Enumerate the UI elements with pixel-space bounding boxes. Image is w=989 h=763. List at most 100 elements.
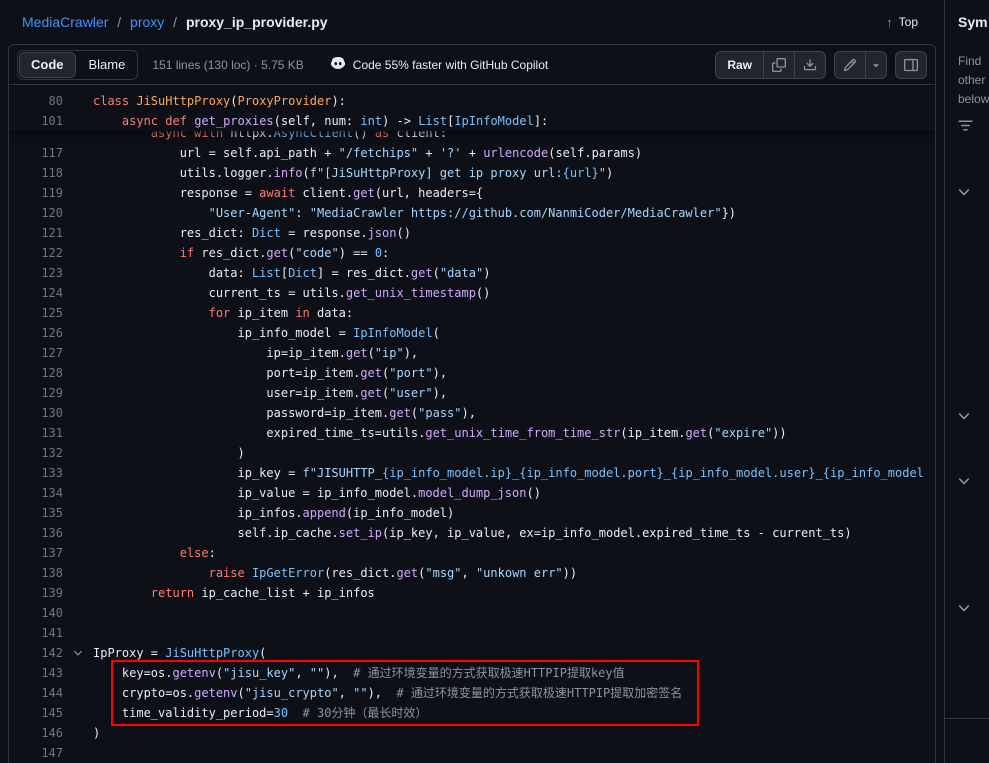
download-button[interactable] xyxy=(794,51,826,79)
copilot-icon xyxy=(330,55,346,74)
code-blame-switcher: Code Blame xyxy=(17,50,138,80)
line-number[interactable]: 118 xyxy=(9,163,63,183)
gutter-spacer xyxy=(63,523,93,543)
code-line-content: else: xyxy=(93,543,935,563)
copy-raw-button[interactable] xyxy=(763,51,795,79)
line-number[interactable]: 128 xyxy=(9,363,63,383)
symbols-description-line: below xyxy=(958,90,989,109)
line-number[interactable]: 123 xyxy=(9,263,63,283)
line-number[interactable]: 127 xyxy=(9,343,63,363)
gutter-spacer xyxy=(63,503,93,523)
code-line: 135 ip_infos.append(ip_info_model) xyxy=(9,503,935,523)
line-number[interactable]: 119 xyxy=(9,183,63,203)
code-line: 128 port=ip_item.get("port"), xyxy=(9,363,935,383)
raw-button[interactable]: Raw xyxy=(715,51,764,79)
line-number[interactable]: 133 xyxy=(9,463,63,483)
gutter-spacer xyxy=(63,343,93,363)
code-line-content: current_ts = utils.get_unix_timestamp() xyxy=(93,283,935,303)
line-number[interactable]: 136 xyxy=(9,523,63,543)
code-line: 119 response = await client.get(url, hea… xyxy=(9,183,935,203)
line-number[interactable]: 146 xyxy=(9,723,63,743)
line-number[interactable]: 121 xyxy=(9,223,63,243)
code-line-content: ip=ip_item.get("ip"), xyxy=(93,343,935,363)
code-line-content: res_dict: Dict = response.json() xyxy=(93,223,935,243)
code-line-content xyxy=(93,623,935,643)
triangle-down-icon xyxy=(870,59,882,71)
symbol-group-toggle[interactable] xyxy=(956,184,972,200)
file-content-panel: Code Blame 151 lines (130 loc) · 5.75 KB… xyxy=(8,44,936,763)
line-number[interactable]: 137 xyxy=(9,543,63,563)
line-number[interactable]: 135 xyxy=(9,503,63,523)
code-line: 130 password=ip_item.get("pass"), xyxy=(9,403,935,423)
line-number[interactable]: 101 xyxy=(9,111,63,131)
breadcrumb-repo-link[interactable]: MediaCrawler xyxy=(22,14,108,30)
code-line-content: ip_value = ip_info_model.model_dump_json… xyxy=(93,483,935,503)
code-line-content: response = await client.get(url, headers… xyxy=(93,183,935,203)
line-number[interactable]: 145 xyxy=(9,703,63,723)
gutter-spacer xyxy=(63,703,93,723)
line-number[interactable]: 122 xyxy=(9,243,63,263)
line-number[interactable]: 126 xyxy=(9,323,63,343)
code-line: 147 xyxy=(9,743,935,763)
gutter-spacer xyxy=(63,543,93,563)
line-number[interactable]: 130 xyxy=(9,403,63,423)
line-number[interactable]: 129 xyxy=(9,383,63,403)
gutter-spacer xyxy=(63,143,93,163)
collapse-chevron-icon[interactable] xyxy=(63,643,93,663)
copilot-banner[interactable]: Code 55% faster with GitHub Copilot xyxy=(330,55,548,74)
line-number[interactable]: 147 xyxy=(9,743,63,763)
code-line: 124 current_ts = utils.get_unix_timestam… xyxy=(9,283,935,303)
symbol-group-toggle[interactable] xyxy=(956,408,972,424)
line-number[interactable]: 132 xyxy=(9,443,63,463)
code-line: 134 ip_value = ip_info_model.model_dump_… xyxy=(9,483,935,503)
code-line: 133 ip_key = f"JISUHTTP_{ip_info_model.i… xyxy=(9,463,935,483)
symbol-group-toggle[interactable] xyxy=(956,600,972,616)
code-line: 137 else: xyxy=(9,543,935,563)
code-line-content: utils.logger.info(f"[JiSuHttpProxy] get … xyxy=(93,163,935,183)
line-number[interactable]: 120 xyxy=(9,203,63,223)
line-number[interactable]: 138 xyxy=(9,563,63,583)
sidebar-divider xyxy=(945,718,989,719)
gutter-spacer xyxy=(63,663,93,683)
line-number[interactable]: 131 xyxy=(9,423,63,443)
tab-blame[interactable]: Blame xyxy=(77,51,138,79)
code-line: 120 "User-Agent": "MediaCrawler https://… xyxy=(9,203,935,223)
line-number[interactable]: 80 xyxy=(9,91,63,111)
symbol-group-toggle[interactable] xyxy=(956,473,972,489)
edit-dropdown-button[interactable] xyxy=(865,51,887,79)
line-number[interactable]: 143 xyxy=(9,663,63,683)
edit-button[interactable] xyxy=(834,51,866,79)
line-number[interactable]: 144 xyxy=(9,683,63,703)
code-line: 127 ip=ip_item.get("ip"), xyxy=(9,343,935,363)
arrow-up-icon: ↑ xyxy=(886,15,893,30)
gutter-spacer xyxy=(63,223,93,243)
edit-button-group xyxy=(834,51,887,79)
line-number[interactable]: 125 xyxy=(9,303,63,323)
gutter-spacer xyxy=(63,623,93,643)
breadcrumb-separator: / xyxy=(173,14,177,30)
line-number[interactable]: 140 xyxy=(9,603,63,623)
filter-symbols-input[interactable] xyxy=(957,117,974,139)
breadcrumb-folder-link[interactable]: proxy xyxy=(130,14,164,30)
symbols-panel-button[interactable] xyxy=(895,51,927,79)
tab-code[interactable]: Code xyxy=(19,52,76,78)
line-number[interactable]: 139 xyxy=(9,583,63,603)
line-number[interactable]: 141 xyxy=(9,623,63,643)
code-lines: async with httpx.AsyncClient() as client… xyxy=(9,85,935,763)
breadcrumb-file-name: proxy_ip_provider.py xyxy=(186,14,328,30)
code-line: 142IpProxy = JiSuHttpProxy( xyxy=(9,643,935,663)
code-line-content: ip_info_model = IpInfoModel( xyxy=(93,323,935,343)
line-number[interactable]: 134 xyxy=(9,483,63,503)
back-to-top-label: Top xyxy=(899,15,918,29)
code-line: 117 url = self.api_path + "/fetchips" + … xyxy=(9,143,935,163)
file-toolbar: Code Blame 151 lines (130 loc) · 5.75 KB… xyxy=(9,45,935,85)
code-line: 140 xyxy=(9,603,935,623)
line-number[interactable]: 117 xyxy=(9,143,63,163)
line-number[interactable]: 124 xyxy=(9,283,63,303)
back-to-top-button[interactable]: ↑ Top xyxy=(886,15,918,30)
code-line: 121 res_dict: Dict = response.json() xyxy=(9,223,935,243)
code-line: 138 raise IpGetError(res_dict.get("msg",… xyxy=(9,563,935,583)
line-number[interactable]: 142 xyxy=(9,643,63,663)
code-line-content xyxy=(93,603,935,623)
file-stats: 151 lines (130 loc) · 5.75 KB xyxy=(152,58,303,72)
